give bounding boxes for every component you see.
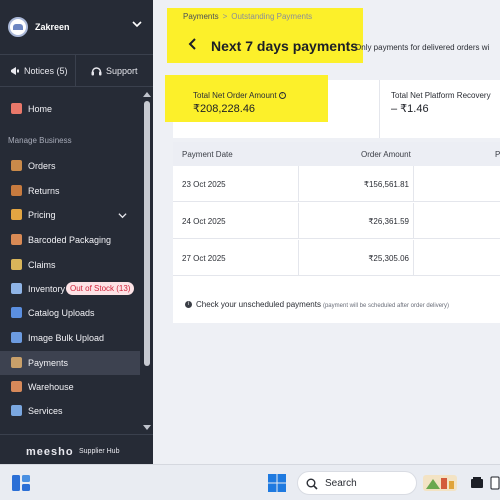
sidebar-item-label: Pricing <box>28 210 56 220</box>
notices-button[interactable]: Notices (5) <box>0 55 76 87</box>
sidebar-item-home[interactable]: Home <box>0 97 140 121</box>
account-name: Zakreen <box>35 22 70 32</box>
chevron-down-icon[interactable] <box>132 19 142 29</box>
notices-label: Notices (5) <box>24 66 68 76</box>
summary-divider <box>379 80 380 138</box>
claims-icon <box>11 259 22 270</box>
info-icon: i <box>185 301 192 309</box>
sidebar-item-services[interactable]: Services <box>0 399 140 423</box>
unscheduled-payments-link[interactable]: i Check your unscheduled payments (payment… <box>185 300 449 309</box>
sidebar-item-label: Inventory <box>28 284 66 294</box>
order-amount-cell: ₹26,361.59 <box>298 203 414 239</box>
wallet-icon <box>11 357 22 368</box>
breadcrumb: Payments > Outstanding Payments <box>183 12 312 21</box>
column-header-payment-date: Payment Date <box>182 150 233 159</box>
warehouse-icon <box>11 381 22 392</box>
brand-subtitle: Supplier Hub <box>79 448 120 455</box>
sidebar-item-label: Home <box>28 104 53 114</box>
upload-icon <box>11 307 22 318</box>
breadcrumb-payments[interactable]: Payments <box>183 12 219 21</box>
home-icon <box>11 103 22 114</box>
net-order-amount-label: Total Net Order Amount i <box>193 91 286 100</box>
table-row: 27 Oct 2025 ₹25,305.06 <box>173 240 500 276</box>
scroll-up-arrow-icon[interactable] <box>143 92 151 97</box>
platform-recovery-label: Total Net Platform Recovery <box>391 91 491 100</box>
support-button[interactable]: Support <box>77 55 153 87</box>
avatar <box>8 17 28 37</box>
brand-footer: meesho Supplier Hub <box>0 434 153 464</box>
inventory-icon <box>11 283 22 294</box>
table-header: Payment Date Order Amount P <box>173 142 500 166</box>
taskbar: Search <box>0 464 500 500</box>
net-order-amount-value: ₹208,228.46 <box>193 103 256 115</box>
sidebar-item-inventory[interactable]: Inventory Out of Stock (13) <box>0 277 140 301</box>
search-icon <box>306 478 318 490</box>
table-row: 24 Oct 2025 ₹26,361.59 <box>173 203 500 239</box>
package-icon <box>11 234 22 245</box>
sidebar-item-claims[interactable]: Claims <box>0 253 140 277</box>
search-label: Search <box>325 478 357 489</box>
page-title: Next 7 days payments <box>211 38 359 54</box>
section-label: Manage Business <box>8 136 72 145</box>
breadcrumb-current: Outstanding Payments <box>231 12 313 21</box>
sidebar-item-catalog-uploads[interactable]: Catalog Uploads <box>0 301 140 325</box>
return-box-icon <box>11 185 22 196</box>
app-icon[interactable] <box>490 476 500 490</box>
column-header-partial: P <box>495 150 500 159</box>
sidebar-item-label: Warehouse <box>28 382 74 392</box>
platform-recovery-value: – ₹1.46 <box>391 103 429 115</box>
column-header-order-amount: Order Amount <box>361 150 411 159</box>
sidebar-item-payments[interactable]: Payments <box>0 351 140 375</box>
scroll-thumb[interactable] <box>144 101 150 366</box>
order-amount-cell: ₹156,561.81 <box>298 166 414 202</box>
sidebar-item-orders[interactable]: Orders <box>0 154 140 178</box>
windows-start-icon[interactable] <box>268 474 286 492</box>
services-icon <box>11 405 22 416</box>
payment-date-cell: 27 Oct 2025 <box>182 254 226 263</box>
sidebar-item-barcoded-packaging[interactable]: Barcoded Packaging <box>0 228 140 252</box>
back-arrow-icon[interactable] <box>187 37 199 51</box>
box-icon <box>11 160 22 171</box>
notice-support-row: Notices (5) Support <box>0 55 153 87</box>
account-switcher[interactable]: Zakreen <box>0 0 153 55</box>
page-subtitle: Only payments for delivered orders wi <box>355 43 490 52</box>
sidebar-item-label: Orders <box>28 161 56 171</box>
sidebar-item-returns[interactable]: Returns <box>0 179 140 203</box>
sidebar-scrollbar[interactable] <box>141 88 153 434</box>
order-amount-cell: ₹25,305.06 <box>298 240 414 276</box>
widgets-icon[interactable] <box>10 473 32 493</box>
breadcrumb-separator-icon: > <box>222 12 228 21</box>
sidebar-item-label: Claims <box>28 260 56 270</box>
support-label: Support <box>106 66 138 76</box>
sidebar: Zakreen Notices (5) Support Home Manage … <box>0 0 153 464</box>
sidebar-item-label: Image Bulk Upload <box>28 333 105 343</box>
sidebar-item-label: Returns <box>28 186 60 196</box>
taskbar-search[interactable]: Search <box>297 471 417 495</box>
sidebar-item-label: Services <box>28 406 63 416</box>
headset-icon <box>91 67 102 76</box>
file-explorer-icon[interactable] <box>470 476 484 490</box>
sidebar-item-label: Payments <box>28 358 69 368</box>
search-highlight-icon <box>423 475 457 491</box>
payment-date-cell: 23 Oct 2025 <box>182 180 226 189</box>
payments-table: Payment Date Order Amount P 23 Oct 2025 … <box>173 142 500 323</box>
chevron-down-icon[interactable] <box>118 211 127 220</box>
image-icon <box>11 332 22 343</box>
main-content: Payments > Outstanding Payments Next 7 day… <box>153 0 500 464</box>
sidebar-item-image-bulk-upload[interactable]: Image Bulk Upload <box>0 326 140 350</box>
sidebar-item-pricing[interactable]: Pricing <box>0 203 140 227</box>
table-row: 23 Oct 2025 ₹156,561.81 <box>173 166 500 202</box>
scroll-down-arrow-icon[interactable] <box>143 425 151 430</box>
price-tag-icon <box>11 209 22 220</box>
out-of-stock-badge: Out of Stock (13) <box>66 282 135 295</box>
megaphone-icon <box>11 67 19 75</box>
sidebar-item-warehouse[interactable]: Warehouse <box>0 375 140 399</box>
sidebar-item-label: Catalog Uploads <box>28 308 95 318</box>
meesho-logo: meesho <box>26 446 74 458</box>
sidebar-item-label: Barcoded Packaging <box>28 235 112 245</box>
info-icon[interactable]: i <box>278 92 286 100</box>
payment-date-cell: 24 Oct 2025 <box>182 217 226 226</box>
